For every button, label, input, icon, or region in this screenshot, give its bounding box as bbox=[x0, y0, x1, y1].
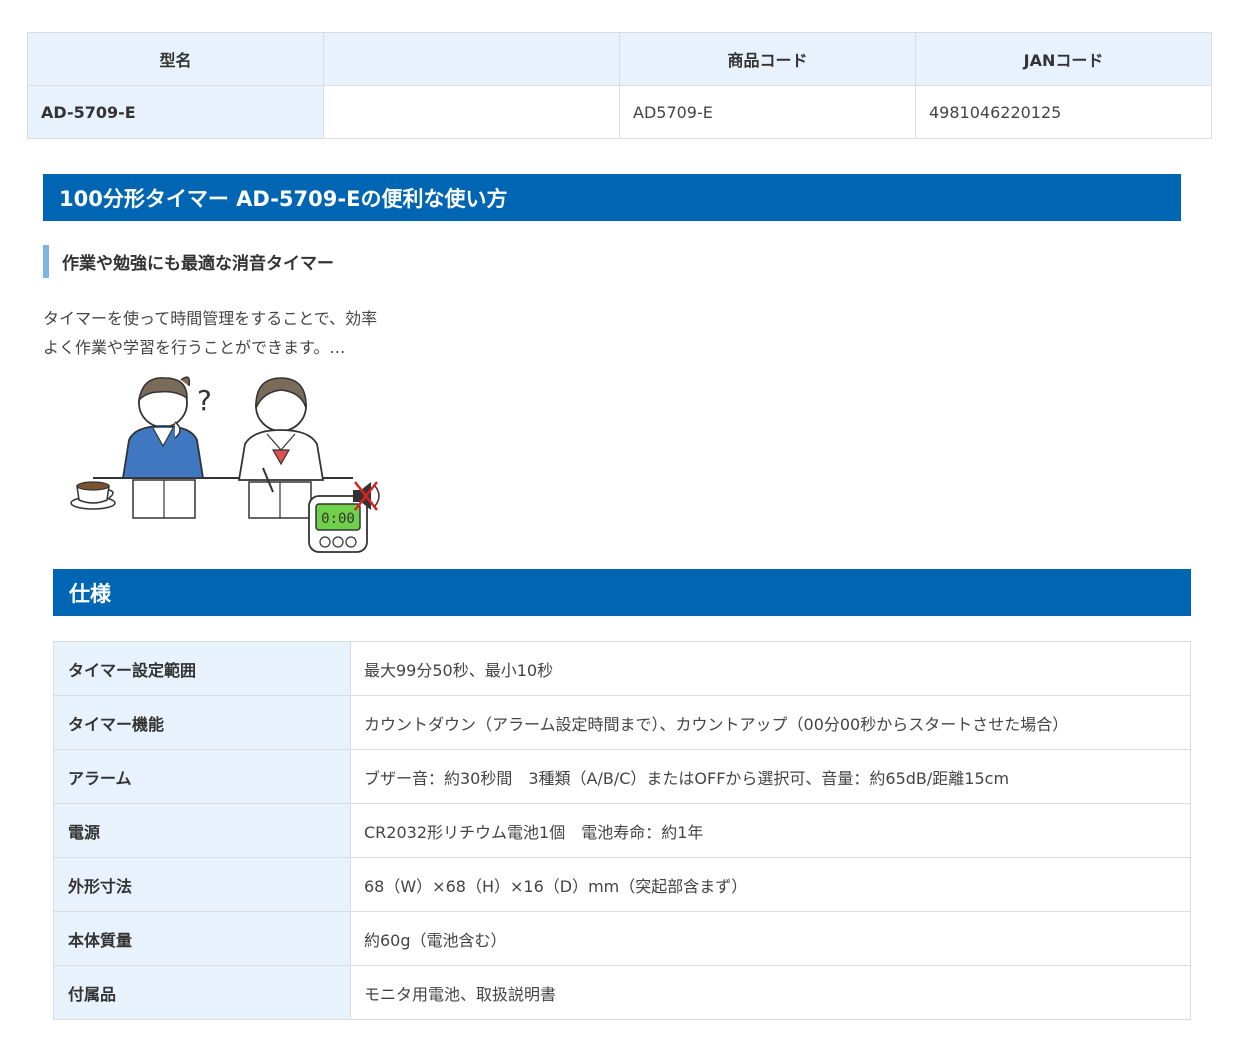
spec-label: 付属品 bbox=[53, 965, 351, 1020]
header-model: 型名 bbox=[27, 32, 324, 86]
question-mark-icon: ? bbox=[197, 384, 212, 417]
table-row: アラーム ブザー音：約30秒間 3種類（A/B/C）またはOFFから選択可、音量… bbox=[53, 749, 1191, 804]
cell-model: AD-5709-E bbox=[27, 85, 324, 139]
usage-subheading: 作業や勉強にも最適な消音タイマー bbox=[43, 245, 334, 278]
spec-label: 外形寸法 bbox=[53, 857, 351, 912]
mute-speaker-icon bbox=[353, 481, 380, 511]
student-boy-figure bbox=[121, 376, 205, 519]
product-page: 型名 商品コード JANコード AD-5709-E AD5709-E 49810… bbox=[0, 0, 1243, 1055]
table-row: 付属品 モニタ用電池、取扱説明書 bbox=[53, 965, 1191, 1020]
table-row: 本体質量 約60g（電池含む） bbox=[53, 911, 1191, 966]
cell-jan-code: 4981046220125 bbox=[915, 85, 1212, 139]
spec-label: タイマー設定範囲 bbox=[53, 641, 351, 696]
table-row: タイマー機能 カウントダウン（アラーム設定時間まで）、カウントアップ（00分00… bbox=[53, 695, 1191, 750]
spec-section-title: 仕様 bbox=[53, 569, 1191, 616]
usage-section-title: 100分形タイマー AD-5709-Eの便利な使い方 bbox=[43, 174, 1181, 221]
spec-value: ブザー音：約30秒間 3種類（A/B/C）またはOFFから選択可、音量：約65d… bbox=[350, 749, 1191, 804]
table-row: 外形寸法 68（W）×68（H）×16（D）mm（突起部含まず） bbox=[53, 857, 1191, 912]
usage-description-line: タイマーを使って時間管理をすることで、効率 bbox=[43, 309, 378, 328]
table-row: 電源 CR2032形リチウム電池1個 電池寿命：約1年 bbox=[53, 803, 1191, 858]
cell-product-code: AD5709-E bbox=[619, 85, 916, 139]
spec-label: 電源 bbox=[53, 803, 351, 858]
spec-table: タイマー設定範囲 最大99分50秒、最小10秒 タイマー機能 カウントダウン（ア… bbox=[53, 641, 1191, 1020]
spec-label: 本体質量 bbox=[53, 911, 351, 966]
students-studying-illustration: ? 0:00 bbox=[70, 376, 380, 553]
spec-value: CR2032形リチウム電池1個 電池寿命：約1年 bbox=[350, 803, 1191, 858]
cell-empty bbox=[323, 85, 620, 139]
header-jan-code: JANコード bbox=[915, 32, 1212, 86]
timer-display: 0:00 bbox=[321, 511, 355, 527]
spec-value: カウントダウン（アラーム設定時間まで）、カウントアップ（00分00秒からスタート… bbox=[350, 695, 1191, 750]
spec-label: アラーム bbox=[53, 749, 351, 804]
product-table-row: AD-5709-E AD5709-E 4981046220125 bbox=[27, 85, 1212, 139]
header-product-code: 商品コード bbox=[619, 32, 916, 86]
student-girl-figure bbox=[237, 377, 325, 519]
product-table-header-row: 型名 商品コード JANコード bbox=[27, 32, 1212, 86]
header-empty bbox=[323, 32, 620, 86]
spec-value: 約60g（電池含む） bbox=[350, 911, 1191, 966]
coffee-cup-icon bbox=[70, 481, 116, 510]
usage-description-line: よく作業や学習を行うことができます。… bbox=[43, 338, 346, 357]
table-row: タイマー設定範囲 最大99分50秒、最小10秒 bbox=[53, 641, 1191, 696]
product-code-table: 型名 商品コード JANコード AD-5709-E AD5709-E 49810… bbox=[27, 32, 1212, 139]
usage-description: タイマーを使って時間管理をすることで、効率 よく作業や学習を行うことができます。… bbox=[43, 304, 433, 362]
spec-value: 68（W）×68（H）×16（D）mm（突起部含まず） bbox=[350, 857, 1191, 912]
spec-value: モニタ用電池、取扱説明書 bbox=[350, 965, 1191, 1020]
spec-value: 最大99分50秒、最小10秒 bbox=[350, 641, 1191, 696]
spec-label: タイマー機能 bbox=[53, 695, 351, 750]
